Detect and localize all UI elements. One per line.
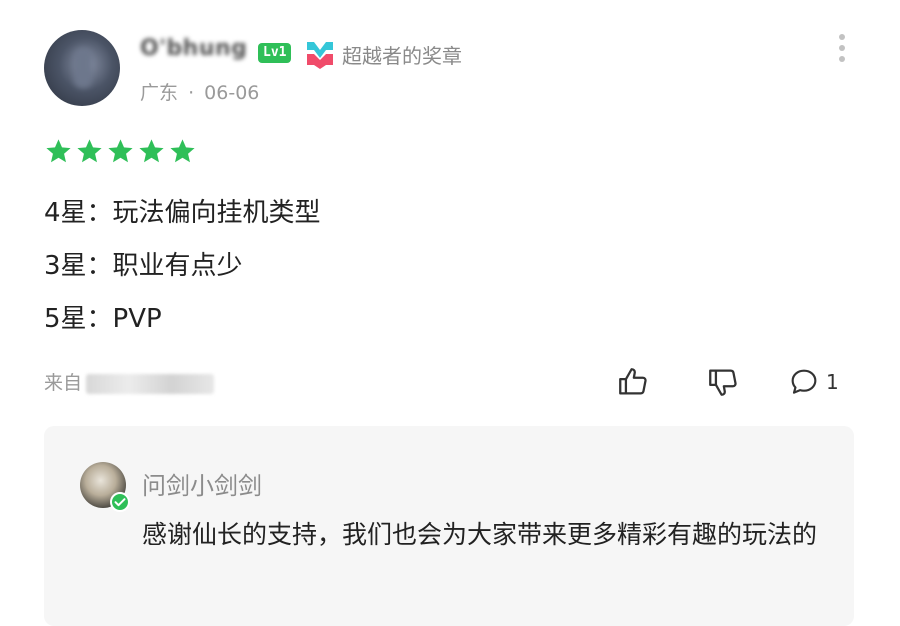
thumbs-down-icon [709,369,737,396]
username[interactable]: O'bhung [140,36,247,61]
review-card: O'bhung Lv1 超越者的奖章 广东 · 06-06 4星：玩法偏向挂机类… [0,0,900,626]
source-device-blurred [86,373,215,394]
medal-label[interactable]: 超越者的奖章 [342,40,462,69]
developer-reply: 问剑小剑剑 感谢仙长的支持，我们也会为大家带来更多精彩有趣的玩法的 [44,426,854,626]
review-date: 06-06 [204,82,260,104]
thumbs-up-icon [619,368,647,395]
medal-icon[interactable] [304,38,336,70]
avatar[interactable] [44,30,120,106]
reply-button[interactable]: 1 [788,362,839,402]
review-text-line: 5星：PVP [44,304,162,334]
developer-avatar[interactable] [80,462,130,512]
more-vertical-icon[interactable] [834,34,850,70]
star-icon [139,139,164,163]
review-text-line: 4星：玩法偏向挂机类型 [44,198,321,228]
developer-name[interactable]: 问剑小剑剑 [142,466,262,501]
review-text-line: 3星：职业有点少 [44,251,243,281]
star-rating [44,137,197,167]
like-button[interactable] [616,362,650,402]
star-icon [46,139,71,163]
verified-check-icon [110,492,130,512]
dislike-button[interactable] [706,362,740,402]
level-badge: Lv1 [258,43,292,63]
comment-icon [791,369,817,394]
star-icon [108,139,133,163]
review-source: 来自 [44,368,215,395]
developer-reply-text: 感谢仙长的支持，我们也会为大家带来更多精彩有趣的玩法的 [142,520,818,549]
star-icon [77,139,102,163]
star-icon [170,139,195,163]
source-prefix: 来自 [44,372,83,394]
location: 广东 [140,82,179,104]
review-meta: 广东 · 06-06 [140,78,259,105]
meta-separator: · [188,82,195,104]
reply-count: 1 [826,370,839,394]
